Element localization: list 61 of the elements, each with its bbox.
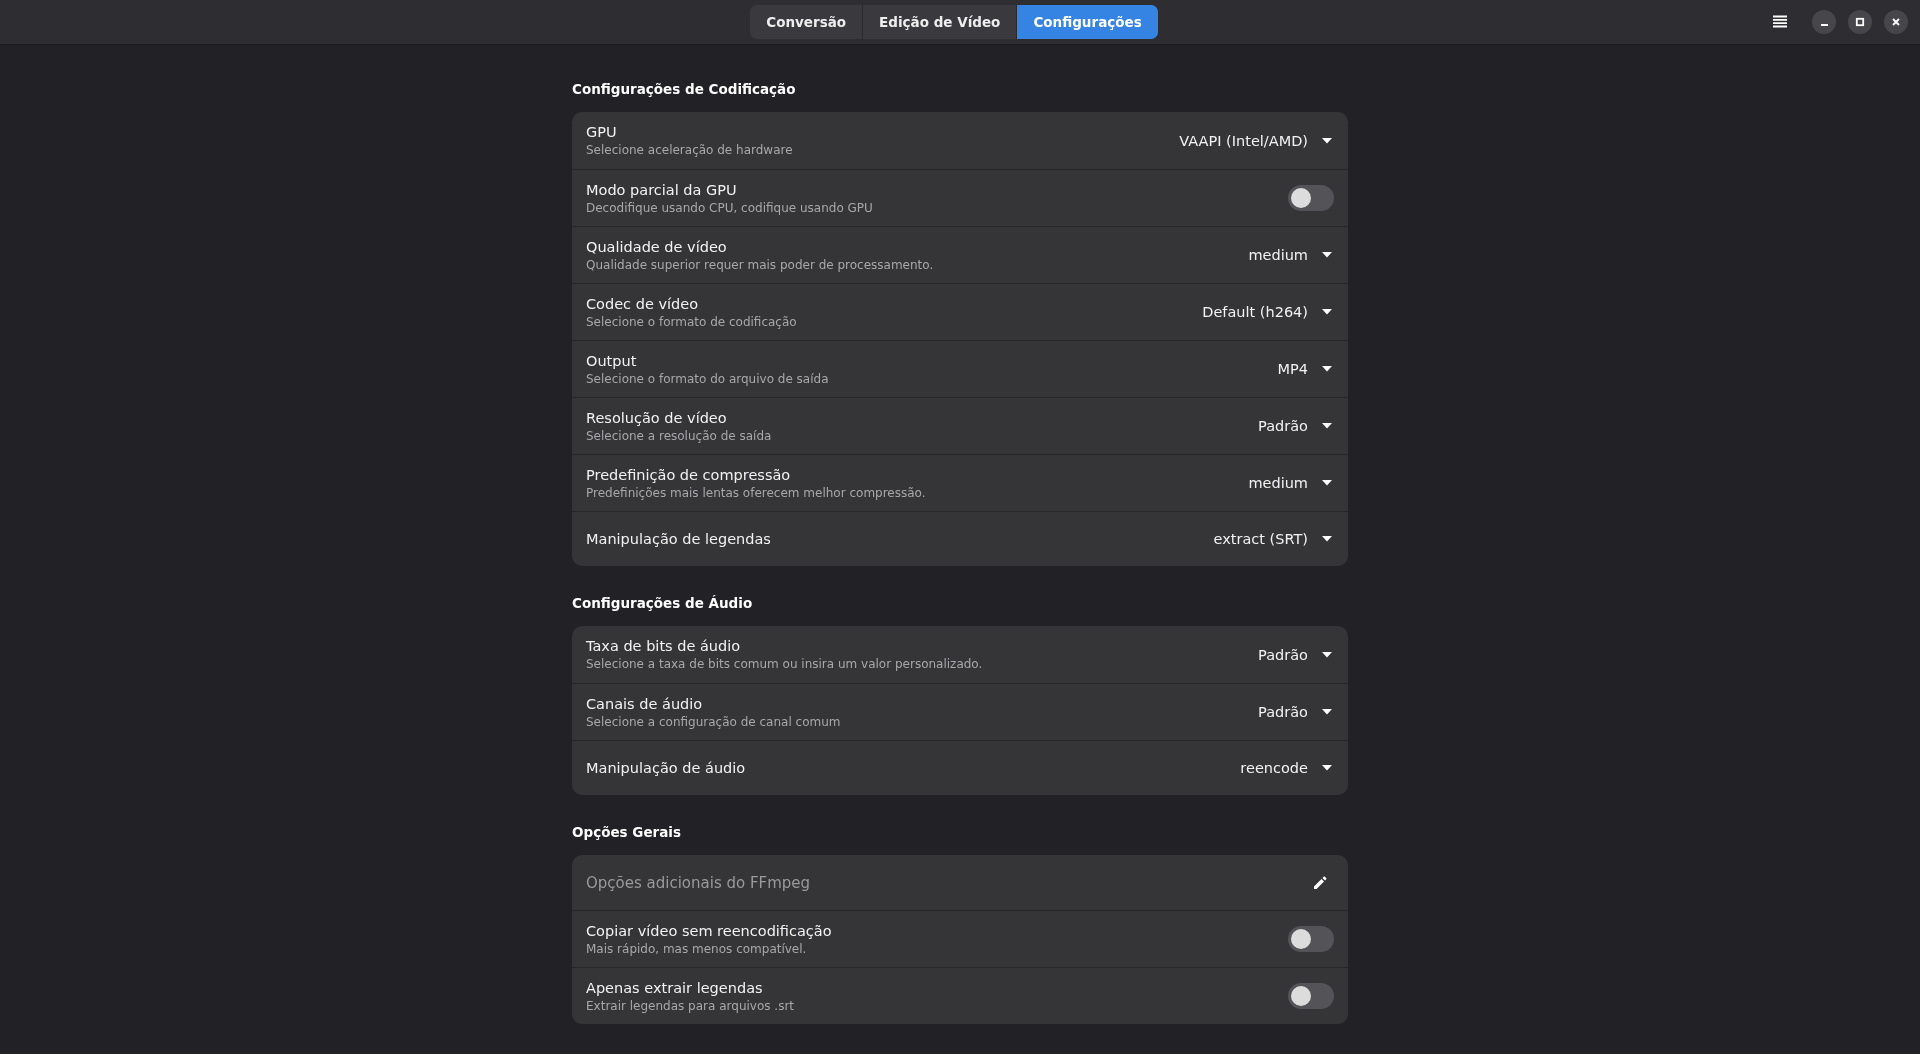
setting-description: Selecione o formato de codificação xyxy=(586,314,798,329)
setting-label: GPU xyxy=(586,124,618,140)
dropdown[interactable]: medium xyxy=(1248,247,1334,263)
menu-icon xyxy=(1772,15,1788,29)
setting-description: Qualidade superior requer mais poder de processamento. xyxy=(586,257,935,272)
setting-label: Codec de vídeo xyxy=(586,295,700,312)
text-field[interactable]: Opções adicionais do FFmpeg xyxy=(586,873,1306,892)
dropdown[interactable]: medium xyxy=(1248,475,1334,491)
setting-label: Qualidade de vídeo xyxy=(586,238,728,255)
minimize-button[interactable] xyxy=(1812,10,1836,34)
caret-icon xyxy=(1322,709,1332,715)
dropdown[interactable]: reencode xyxy=(1240,760,1334,776)
section-title: Opções Gerais xyxy=(572,824,682,842)
setting-description: Selecione a resolução de saída xyxy=(586,428,773,443)
caret-icon xyxy=(1322,252,1332,258)
setting-label: Predefinição de compressão xyxy=(586,466,792,483)
dropdown[interactable]: MP4 xyxy=(1277,361,1334,377)
caret-icon xyxy=(1322,480,1332,486)
setting-description: Selecione a configuração de canal comum xyxy=(586,714,842,729)
dropdown[interactable]: Padrão xyxy=(1258,418,1334,434)
tab[interactable]: Conversão xyxy=(750,5,863,39)
setting-label: Manipulação de legendas xyxy=(586,531,772,547)
caret-icon xyxy=(1322,765,1332,771)
setting-label: Canais de áudio xyxy=(586,695,704,712)
setting-description: Extrair legendas para arquivos .srt xyxy=(586,998,796,1013)
toggle-switch[interactable] xyxy=(1288,185,1334,211)
section-title: Configurações de Codificação xyxy=(572,81,797,99)
caret-icon xyxy=(1322,137,1332,144)
pencil-icon xyxy=(1313,875,1327,890)
dropdown[interactable]: Padrão xyxy=(1258,646,1334,663)
maximize-icon xyxy=(1855,17,1865,27)
setting-label: Manipulação de áudio xyxy=(586,760,747,776)
caret-icon xyxy=(1322,536,1332,542)
section-title: Configurações de Áudio xyxy=(572,595,754,613)
setting-label: Taxa de bits de áudio xyxy=(586,638,742,654)
setting-label: Copiar vídeo sem reencodificação xyxy=(586,922,833,939)
maximize-button[interactable] xyxy=(1848,10,1872,34)
setting-description: Selecione o formato do arquivo de saída xyxy=(586,371,830,386)
setting-description: Selecione aceleração de hardware xyxy=(586,143,794,157)
setting-label: Resolução de vídeo xyxy=(586,409,728,426)
setting-description: Selecione a taxa de bits comum ou insira um valor personalizado. xyxy=(586,657,984,671)
setting-description: Mais rápido, mas menos compatível. xyxy=(586,941,808,956)
dropdown[interactable]: Padrão xyxy=(1258,704,1334,720)
toggle-switch[interactable] xyxy=(1288,983,1334,1009)
setting-description: Predefinições mais lentas oferecem melhor compressão. xyxy=(586,485,927,500)
toggle-switch[interactable] xyxy=(1288,926,1334,952)
minimize-icon xyxy=(1820,24,1828,26)
caret-icon xyxy=(1322,651,1332,658)
caret-icon xyxy=(1322,309,1332,315)
caret-icon xyxy=(1322,366,1332,372)
setting-label: Modo parcial da GPU xyxy=(586,181,738,198)
dropdown[interactable]: VAAPI (Intel/AMD) xyxy=(1179,132,1334,149)
setting-label: Output xyxy=(586,352,638,369)
setting-description: Decodifique usando CPU, codifique usando GPU xyxy=(586,200,874,215)
dropdown[interactable]: Default (h264) xyxy=(1202,304,1334,320)
close-icon xyxy=(1891,17,1901,27)
dropdown[interactable]: extract (SRT) xyxy=(1213,531,1334,547)
close-button[interactable] xyxy=(1884,10,1908,34)
tab[interactable]: Configurações xyxy=(1016,5,1158,39)
caret-icon xyxy=(1322,423,1332,429)
setting-label: Apenas extrair legendas xyxy=(586,979,764,996)
